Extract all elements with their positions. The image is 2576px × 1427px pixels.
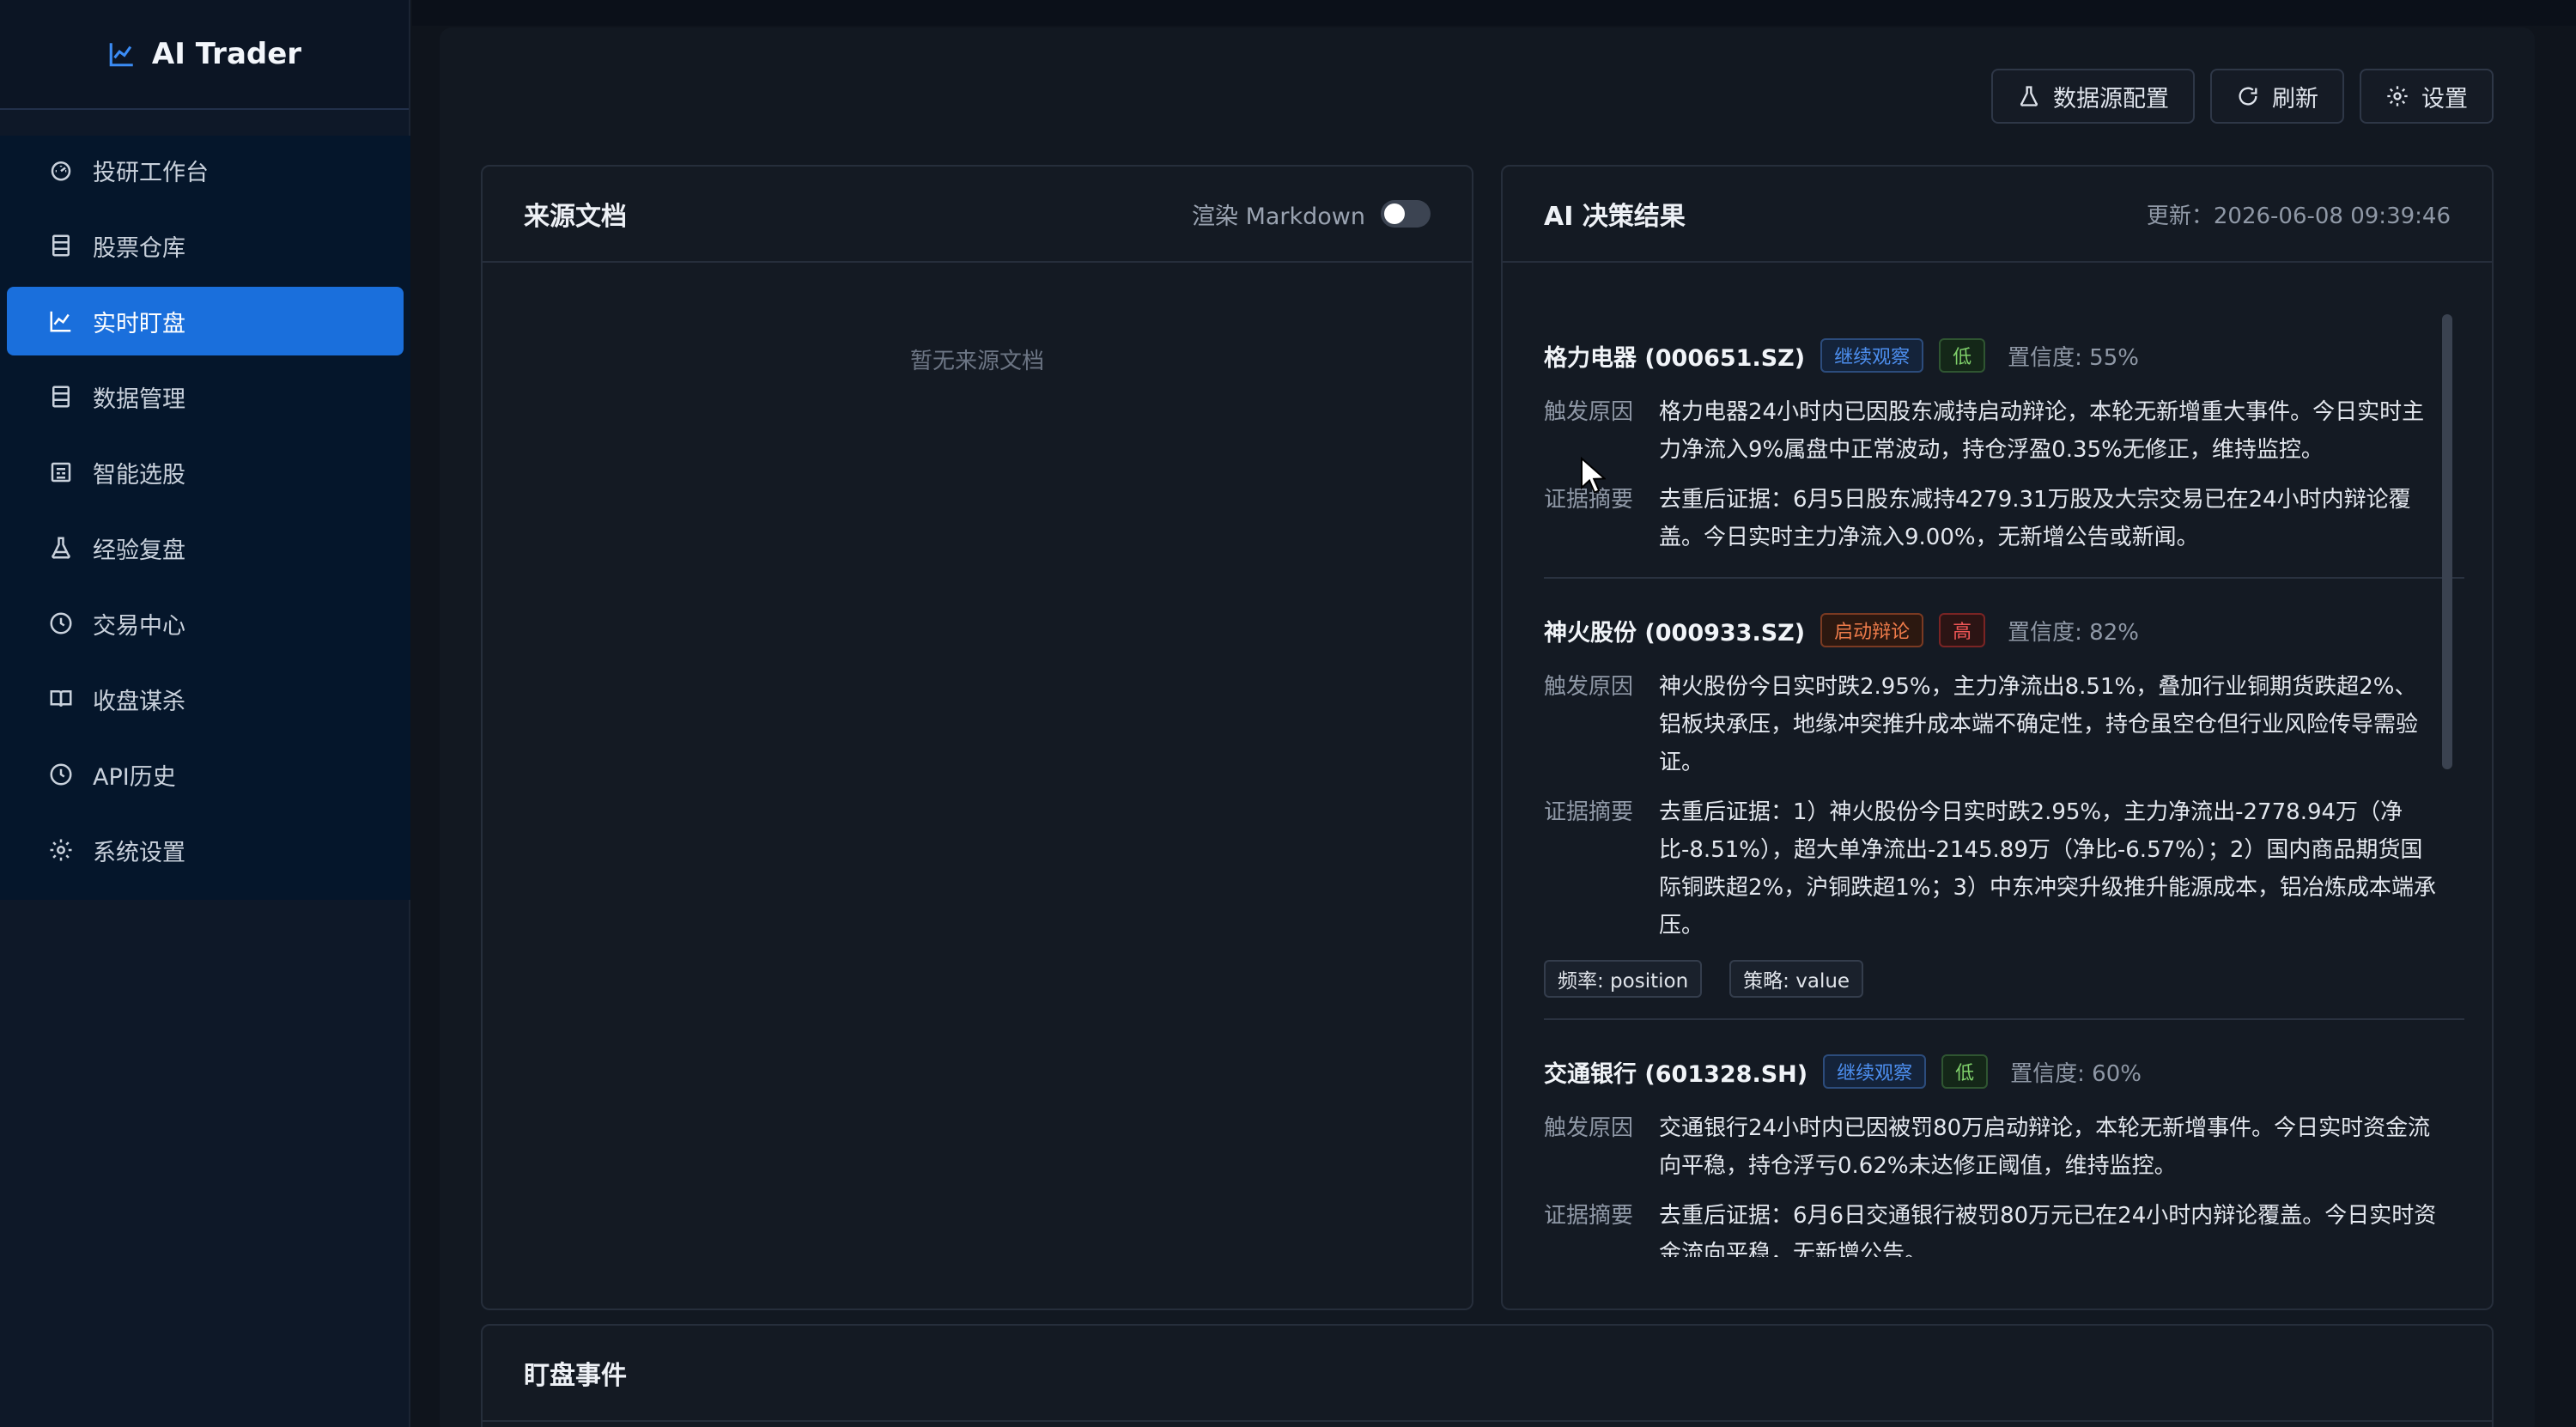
sidebar-item-label: 交易中心 (93, 612, 185, 640)
sidebar-item-review[interactable]: 经验复盘 (7, 513, 404, 582)
sidebar-item-label: 实时盯盘 (93, 310, 185, 337)
stock-name: 交通银行 (601328.SH) (1544, 1060, 1808, 1088)
trigger-text: 格力电器24小时内已因股东减持启动辩论，本轮无新增重大事件。今日实时主力净流入9… (1659, 399, 2425, 463)
sidebar-item-system-settings[interactable]: 系统设置 (7, 816, 404, 884)
sidebar-item-label: 股票仓库 (93, 234, 185, 262)
render-markdown-toggle[interactable] (1381, 200, 1431, 228)
monitor-events-panel: 盯盘事件 (481, 1324, 2494, 1427)
level-tag: 高 (1939, 613, 1986, 647)
ai-decision-title: AI 决策结果 (1544, 202, 1686, 232)
sidebar-item-stock-warehouse[interactable]: 股票仓库 (7, 211, 404, 280)
database-icon (52, 386, 70, 408)
frequency-chip: 频率: position (1544, 960, 1703, 998)
gear-icon (2387, 86, 2408, 106)
decision-list[interactable]: 格力电器 (000651.SZ) 继续观察 低 置信度: 55% 触发原因 格力… (1544, 304, 2464, 1257)
level-tag: 低 (1939, 338, 1986, 373)
calendar-grid-icon (51, 462, 71, 483)
monitor-events-title: 盯盘事件 (524, 1361, 627, 1391)
update-timestamp: 更新：2026-06-08 09:39:46 (2146, 203, 2451, 229)
evidence-text: 去重后证据：1）神火股份今日实时跌2.95%，主力净流出-2778.94万（净比… (1659, 799, 2437, 938)
source-documents-title: 来源文档 (524, 202, 627, 232)
nav-menu: 投研工作台 股票仓库 实时盯盘 数据管理 智能选股 经验复盘 交易中心 收盘谋杀… (0, 136, 410, 900)
scrollbar-thumb[interactable] (2442, 314, 2452, 769)
main-content: 数据源配置 刷新 设置 来源文档 渲染 Markdown 暂无来源文档 AI 决… (440, 27, 2535, 1427)
trigger-text: 交通银行24小时内已因被罚80万启动辩论，本轮无新增事件。今日实时资金流向平稳，… (1659, 1115, 2431, 1179)
refresh-label: 刷新 (2272, 85, 2318, 112)
evidence-label: 证据摘要 (1544, 799, 1634, 825)
gear-icon (50, 839, 72, 861)
confidence-text: 置信度: 60% (2010, 1060, 2142, 1087)
clock-icon (50, 763, 72, 786)
source-documents-panel: 来源文档 渲染 Markdown 暂无来源文档 (481, 165, 1473, 1310)
sidebar-item-label: 投研工作台 (93, 159, 209, 186)
dashboard-icon (51, 161, 71, 181)
trigger-label: 触发原因 (1544, 674, 1634, 700)
trigger-label: 触发原因 (1544, 1115, 1634, 1141)
clock-icon (50, 612, 72, 635)
action-tag: 启动辩论 (1820, 613, 1924, 647)
mouse-cursor-icon (1581, 457, 1606, 494)
refresh-icon (2239, 87, 2257, 106)
sidebar-item-label: 经验复盘 (93, 537, 185, 564)
sidebar-item-workbench[interactable]: 投研工作台 (7, 136, 404, 204)
brand-title: AI Trader (151, 37, 302, 71)
sidebar-item-smart-picking[interactable]: 智能选股 (7, 438, 404, 507)
ai-decision-panel: AI 决策结果 更新：2026-06-08 09:39:46 格力电器 (000… (1501, 165, 2494, 1310)
database-icon (52, 234, 70, 257)
settings-label: 设置 (2421, 85, 2468, 112)
sidebar-item-label: 收盘谋杀 (93, 688, 185, 715)
settings-button[interactable]: 设置 (2360, 69, 2494, 124)
decision-item: 格力电器 (000651.SZ) 继续观察 低 置信度: 55% 触发原因 格力… (1544, 304, 2464, 577)
sidebar-item-trade-center[interactable]: 交易中心 (7, 589, 404, 658)
datasource-config-label: 数据源配置 (2053, 85, 2169, 112)
strategy-chip: 策略: value (1729, 960, 1864, 998)
sidebar-item-label: 数据管理 (93, 386, 185, 413)
level-tag: 低 (1941, 1054, 1989, 1089)
flask-icon (52, 537, 70, 559)
action-tag: 继续观察 (1820, 338, 1924, 373)
toggle-knob (1384, 203, 1405, 224)
line-chart-icon (50, 311, 71, 332)
datasource-config-button[interactable]: 数据源配置 (1991, 69, 2195, 124)
confidence-text: 置信度: 82% (2008, 619, 2139, 646)
sidebar-item-label: 系统设置 (93, 839, 185, 866)
render-markdown-label: 渲染 Markdown (1191, 203, 1365, 230)
decision-item: 交通银行 (601328.SH) 继续观察 低 置信度: 60% 触发原因 交通… (1544, 1018, 2464, 1257)
stock-name: 神火股份 (000933.SZ) (1544, 619, 1806, 647)
sidebar-item-realtime[interactable]: 实时盯盘 (7, 287, 404, 355)
sidebar-item-api-history[interactable]: API历史 (7, 740, 404, 809)
empty-state-text: 暂无来源文档 (909, 349, 1044, 374)
sidebar: AI Trader 投研工作台 股票仓库 实时盯盘 数据管理 智能选股 经验复盘 (0, 0, 410, 1427)
top-bar (412, 0, 2576, 26)
evidence-label: 证据摘要 (1544, 1203, 1634, 1229)
flask-icon (2020, 86, 2038, 106)
refresh-button[interactable]: 刷新 (2210, 69, 2344, 124)
sidebar-item-closing-plan[interactable]: 收盘谋杀 (7, 665, 404, 733)
sidebar-item-label: API历史 (93, 763, 176, 791)
brand[interactable]: AI Trader (0, 0, 409, 110)
action-tag: 继续观察 (1823, 1054, 1927, 1089)
sidebar-item-label: 智能选股 (93, 461, 185, 489)
sidebar-item-data-management[interactable]: 数据管理 (7, 362, 404, 431)
trigger-text: 神火股份今日实时跌2.95%，主力净流出8.51%，叠加行业铜期货跌超2%、铝板… (1659, 674, 2419, 775)
evidence-text: 去重后证据：6月5日股东减持4279.31万股及大宗交易已在24小时内辩论覆盖。… (1659, 487, 2411, 550)
toolbar: 数据源配置 刷新 设置 (1991, 69, 2494, 124)
confidence-text: 置信度: 55% (2008, 344, 2139, 371)
line-chart-icon (109, 43, 133, 67)
book-icon (50, 690, 72, 707)
stock-name: 格力电器 (000651.SZ) (1544, 344, 1806, 372)
decision-item: 神火股份 (000933.SZ) 启动辩论 高 置信度: 82% 触发原因 神火… (1544, 577, 2464, 998)
evidence-text: 去重后证据：6月6日交通银行被罚80万元已在24小时内辩论覆盖。今日实时资金流向… (1659, 1203, 2437, 1257)
